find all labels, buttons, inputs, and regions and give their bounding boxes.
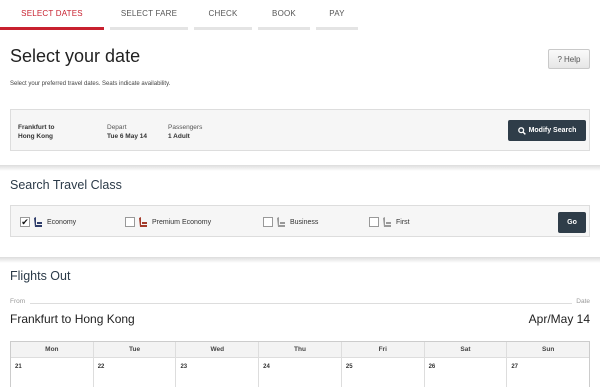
- class-option-first[interactable]: First: [369, 217, 410, 227]
- modify-search-label: Modify Search: [528, 127, 577, 134]
- business-checkbox[interactable]: [263, 217, 273, 227]
- step-progress-bar: [258, 27, 310, 30]
- step-progress-bar: [0, 27, 104, 30]
- date-label: Date: [576, 298, 590, 305]
- weekday-header: Wed: [176, 342, 260, 357]
- premium-economy-label: Premium Economy: [152, 218, 212, 226]
- calendar-day[interactable]: 22: [94, 358, 177, 387]
- trip-destination: Hong Kong: [18, 133, 54, 140]
- calendar-month: Apr/May 14: [528, 312, 590, 326]
- step-label: BOOK: [272, 9, 296, 18]
- weekday-header: Sat: [425, 342, 508, 357]
- weekday-header: Sun: [542, 346, 555, 353]
- calendar-week: 21 22 23 24 25 26 27: [11, 358, 589, 387]
- step-select-dates[interactable]: SELECT DATES: [0, 0, 104, 32]
- first-checkbox[interactable]: [369, 217, 379, 227]
- trip-passengers: Passengers 1 Adult: [168, 123, 202, 141]
- flight-route: Frankfurt to Hong Kong: [10, 312, 135, 326]
- step-progress-bar: [316, 27, 358, 30]
- travel-class-title: Search Travel Class: [10, 178, 122, 192]
- calendar-day[interactable]: 25: [342, 358, 425, 387]
- class-option-premium-economy[interactable]: Premium Economy: [125, 217, 211, 227]
- step-progress-bar: [194, 27, 252, 30]
- premium-economy-checkbox[interactable]: [125, 217, 135, 227]
- calendar-day[interactable]: 27: [507, 358, 589, 387]
- calendar-day[interactable]: 26: [425, 358, 508, 387]
- question-icon: ?: [557, 54, 562, 64]
- calendar-day[interactable]: 24: [259, 358, 342, 387]
- step-label: PAY: [329, 9, 345, 18]
- business-label: Business: [290, 218, 319, 226]
- section-divider: [0, 257, 600, 263]
- step-check[interactable]: CHECK: [194, 0, 252, 32]
- seat-icon: [139, 217, 147, 227]
- modify-search-button[interactable]: Modify Search: [508, 120, 586, 141]
- class-option-economy[interactable]: ✔ Economy: [20, 217, 76, 227]
- weekday-header: Mon: [11, 342, 94, 357]
- calendar-day[interactable]: 23: [176, 358, 260, 387]
- date-calendar: Mon Tue Wed Thu Fri Sat Sun 21 22 23 24 …: [10, 341, 590, 387]
- search-icon: [517, 126, 526, 135]
- booking-steps: SELECT DATES SELECT FARE CHECK BOOK PAY: [0, 0, 600, 32]
- passengers-label: Passengers: [168, 124, 203, 131]
- weekday-header: Tue: [94, 342, 177, 357]
- step-label: SELECT FARE: [120, 9, 178, 18]
- economy-label: Economy: [47, 218, 77, 226]
- class-option-business[interactable]: Business: [263, 217, 318, 227]
- calendar-weekdays: Mon Tue Wed Thu Fri Sat Sun: [11, 342, 589, 358]
- go-button[interactable]: Go: [558, 212, 586, 233]
- trip-route: Frankfurt to Hong Kong: [18, 123, 54, 141]
- economy-checkbox[interactable]: ✔: [20, 217, 30, 227]
- seat-icon: [34, 217, 42, 227]
- seat-icon: [277, 217, 285, 227]
- flights-out-title: Flights Out: [10, 269, 71, 283]
- seat-icon: [383, 217, 391, 227]
- page-title: Select your date: [10, 46, 141, 66]
- trip-summary: Frankfurt to Hong Kong Depart Tue 6 May …: [10, 109, 590, 151]
- step-pay[interactable]: PAY: [316, 0, 358, 32]
- weekday-header: Thu: [259, 342, 342, 357]
- page-subtitle: Select your preferred travel dates. Seat…: [10, 81, 171, 87]
- depart-value: Tue 6 May 14: [107, 133, 147, 140]
- step-label: SELECT DATES: [21, 9, 83, 18]
- step-book[interactable]: BOOK: [258, 0, 310, 32]
- help-button[interactable]: ? Help: [548, 49, 590, 69]
- trip-origin: Frankfurt to: [18, 124, 55, 131]
- passengers-value: 1 Adult: [168, 133, 190, 140]
- section-divider: [0, 165, 600, 171]
- depart-label: Depart: [107, 124, 127, 131]
- step-label: CHECK: [208, 9, 238, 18]
- weekday-header: Fri: [342, 342, 425, 357]
- from-label: From: [10, 298, 26, 305]
- travel-class-options: ✔ Economy Premium Economy Business First…: [10, 205, 590, 237]
- trip-depart: Depart Tue 6 May 14: [107, 123, 147, 141]
- step-progress-bar: [110, 27, 188, 30]
- step-select-fare[interactable]: SELECT FARE: [110, 0, 188, 32]
- help-label: Help: [564, 54, 581, 64]
- first-label: First: [396, 218, 410, 226]
- calendar-day[interactable]: 21: [11, 358, 94, 387]
- divider: [30, 303, 572, 304]
